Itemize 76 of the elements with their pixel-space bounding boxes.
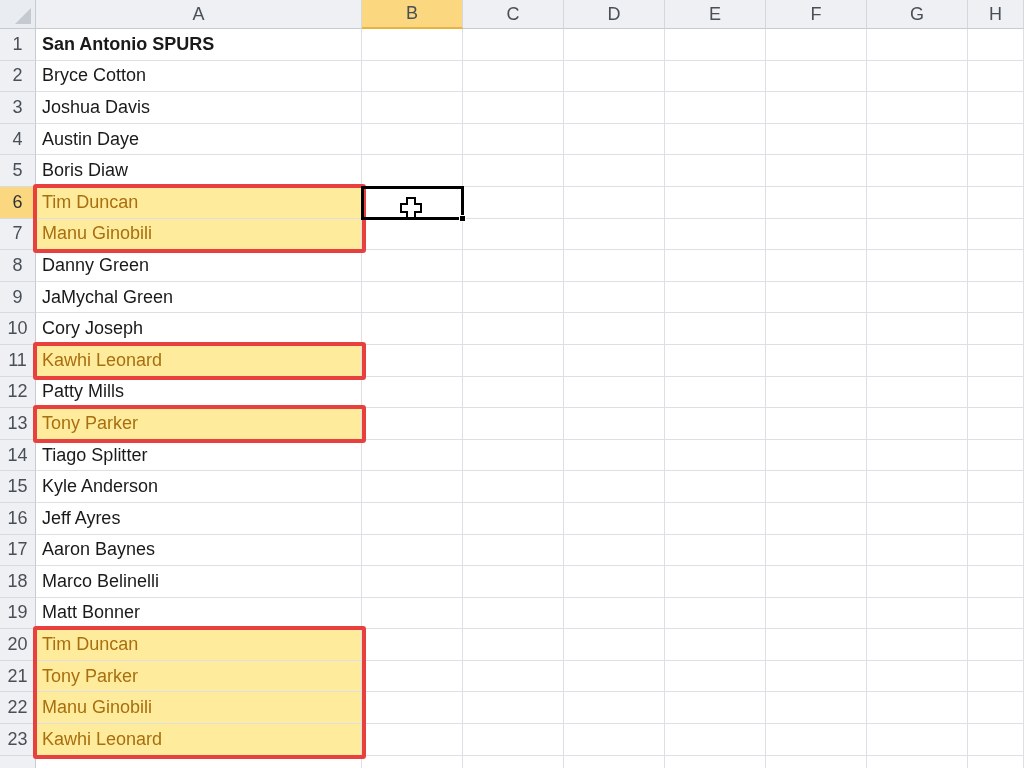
empty-cell <box>968 629 1024 661</box>
empty-cell <box>968 186 1024 219</box>
row-header[interactable]: 10 <box>0 313 36 345</box>
column-header[interactable]: G <box>867 0 968 29</box>
empty-cell <box>968 660 1024 693</box>
empty-cell <box>968 502 1024 535</box>
empty-cell <box>968 566 1024 598</box>
fill-handle[interactable] <box>459 214 466 222</box>
empty-cell <box>968 29 1024 61</box>
row-header[interactable]: 2 <box>0 60 36 93</box>
empty-cell <box>968 313 1024 345</box>
table-cell: Kawhi Leonard <box>36 724 362 756</box>
row-header[interactable]: 1 <box>0 29 36 61</box>
table-cell: Tony Parker <box>36 408 362 440</box>
column-header[interactable]: E <box>665 0 766 29</box>
empty-cell <box>968 376 1024 409</box>
table-cell: JaMychal Green <box>36 281 362 314</box>
table-cell: Boris Diaw <box>36 155 362 187</box>
row-header[interactable]: 9 <box>0 281 36 314</box>
empty-cell <box>968 534 1024 567</box>
table-cell: Tim Duncan <box>36 629 362 661</box>
row-header[interactable]: 13 <box>0 408 36 440</box>
row-header[interactable]: 23 <box>0 724 36 756</box>
empty-cell <box>968 250 1024 282</box>
row-header[interactable]: 20 <box>0 629 36 661</box>
table-cell: Danny Green <box>36 250 362 282</box>
empty-cell <box>968 471 1024 503</box>
empty-cell <box>968 692 1024 725</box>
table-cell: Marco Belinelli <box>36 566 362 598</box>
empty-cell <box>968 123 1024 156</box>
row-header[interactable]: 8 <box>0 250 36 282</box>
table-cell: Patty Mills <box>36 376 362 409</box>
column-header[interactable]: D <box>564 0 665 29</box>
row-header[interactable]: 15 <box>0 471 36 503</box>
table-cell: Joshua Davis <box>36 92 362 124</box>
row-header[interactable]: 14 <box>0 439 36 472</box>
table-cell: Tiago Splitter <box>36 439 362 472</box>
table-cell: Kyle Anderson <box>36 471 362 503</box>
table-cell: Kawhi Leonard <box>36 344 362 377</box>
table-cell: Manu Ginobili <box>36 692 362 725</box>
column-header[interactable]: A <box>36 0 362 29</box>
empty-cell <box>968 439 1024 472</box>
column-header[interactable]: B <box>362 0 463 29</box>
column-header[interactable]: F <box>766 0 867 29</box>
empty-cell <box>968 60 1024 93</box>
row-header[interactable]: 17 <box>0 534 36 567</box>
empty-cell <box>968 218 1024 251</box>
empty-cell <box>968 281 1024 314</box>
row-header[interactable]: 3 <box>0 92 36 124</box>
row-header[interactable]: 5 <box>0 155 36 187</box>
row-header[interactable]: 22 <box>0 692 36 725</box>
row-header[interactable]: 12 <box>0 376 36 409</box>
table-cell: Aaron Baynes <box>36 534 362 567</box>
column-header[interactable]: C <box>463 0 564 29</box>
table-cell: Austin Daye <box>36 123 362 156</box>
row-header[interactable]: 19 <box>0 597 36 630</box>
row-header[interactable]: 16 <box>0 502 36 535</box>
empty-cell <box>968 155 1024 187</box>
plus-cursor-icon <box>400 197 422 219</box>
empty-cell <box>968 92 1024 124</box>
table-cell: Matt Bonner <box>36 597 362 630</box>
table-cell: Manu Ginobili <box>36 218 362 251</box>
empty-cell <box>968 344 1024 377</box>
empty-cell <box>968 408 1024 440</box>
table-cell: Bryce Cotton <box>36 60 362 93</box>
table-cell: Jeff Ayres <box>36 502 362 535</box>
table-cell: San Antonio SPURS <box>36 29 362 61</box>
empty-cell <box>968 724 1024 756</box>
table-cell: Tony Parker <box>36 660 362 693</box>
row-header[interactable]: 4 <box>0 123 36 156</box>
column-header[interactable]: H <box>968 0 1024 29</box>
selected-cell[interactable] <box>361 186 464 220</box>
table-cell: Tim Duncan <box>36 186 362 219</box>
table-cell: Cory Joseph <box>36 313 362 345</box>
empty-cell <box>968 597 1024 630</box>
row-header[interactable]: 18 <box>0 566 36 598</box>
